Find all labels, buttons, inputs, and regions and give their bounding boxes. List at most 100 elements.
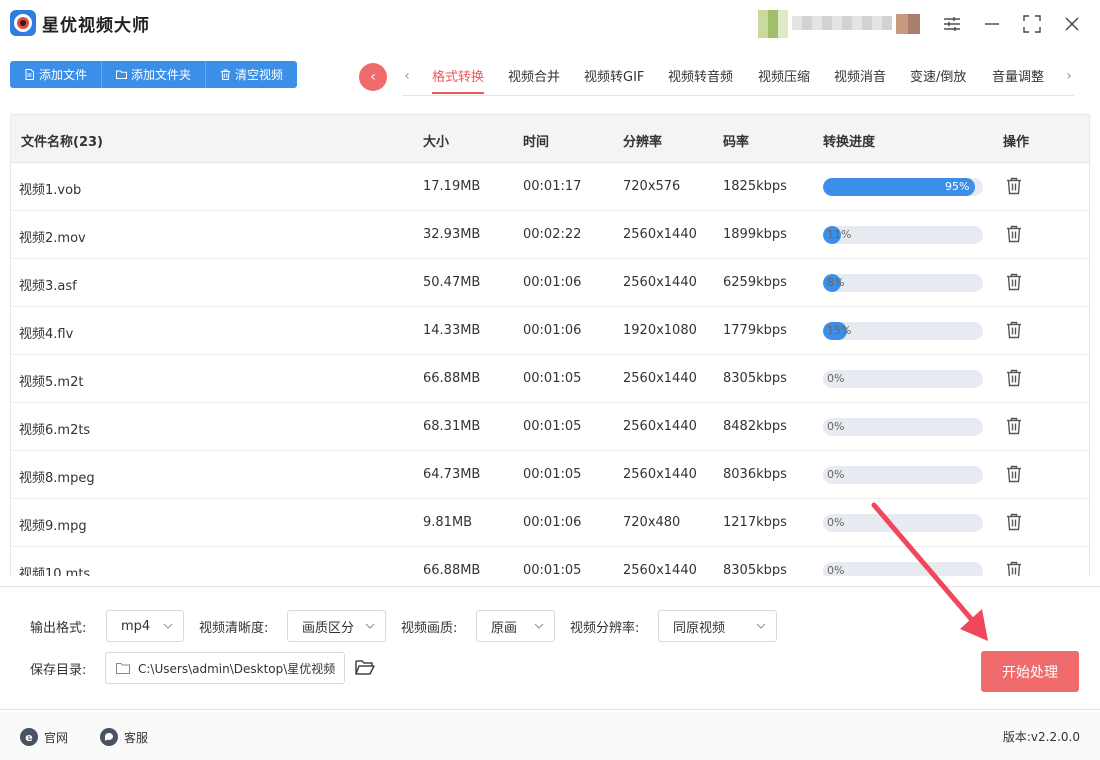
add-file-button[interactable]: 添加文件 (10, 61, 103, 88)
chevron-down-icon (163, 623, 173, 629)
table-row[interactable]: 视频10.mts 66.88MB 00:01:05 2560x1440 8305kbps… (11, 547, 1089, 576)
delete-trash-icon[interactable] (1005, 465, 1023, 483)
clarity-select[interactable]: 画质区分 (287, 610, 386, 642)
tab-format-convert[interactable]: 格式转换 (432, 66, 485, 94)
size-cell: 32.93MB (423, 227, 481, 242)
table-row[interactable]: 视频4.flv 14.33MB 00:01:06 1920x1080 1779kbps 1… (11, 307, 1089, 355)
chevron-down-icon (756, 623, 766, 629)
table-row[interactable]: 视频2.mov 32.93MB 00:02:22 2560x1440 1899kbps 1… (11, 211, 1089, 259)
clarity-value: 画质区分 (302, 620, 355, 636)
file-table: 文件名称(23) 大小 时间 分辨率 码率 转换进度 操作 视频1.vob 17.… (10, 114, 1090, 576)
conversion-progress-bar: 95% (823, 178, 983, 196)
output-format-select[interactable]: mp4 (106, 610, 184, 642)
time-cell: 00:02:22 (523, 227, 582, 242)
delete-trash-icon[interactable] (1005, 417, 1023, 435)
settings-sliders-icon[interactable] (940, 12, 964, 36)
official-site-e-icon: e (20, 728, 38, 746)
header-resolution: 分辨率 (623, 135, 663, 150)
bitrate-cell: 1825kbps (723, 179, 787, 194)
title-bar: 星优视频大师 (0, 0, 1100, 48)
output-format-label: 输出格式: (30, 621, 87, 636)
app-title: 星优视频大师 (42, 16, 150, 36)
quality-select[interactable]: 原画 (476, 610, 555, 642)
tab-video-mute[interactable]: 视频消音 (834, 66, 886, 94)
file-name-cell: 视频9.mpg (19, 519, 87, 534)
add-folder-button[interactable]: 添加文件夹 (102, 61, 207, 88)
resolution-cell: 2560x1440 (623, 563, 697, 576)
table-row[interactable]: 视频9.mpg 9.81MB 00:01:06 720x480 1217kbps 0% (11, 499, 1089, 547)
time-cell: 00:01:06 (523, 515, 582, 530)
progress-percent: 0% (827, 468, 845, 481)
chevron-down-icon (365, 623, 375, 629)
user-avatar[interactable] (758, 10, 788, 38)
table-row[interactable]: 视频1.vob 17.19MB 00:01:17 720x576 1825kbps 95% (11, 163, 1089, 211)
tab-scroll-right-icon[interactable]: › (1062, 66, 1076, 86)
official-site-link[interactable]: e 官网 (20, 728, 68, 746)
time-cell: 00:01:05 (523, 371, 582, 386)
bitrate-cell: 6259kbps (723, 275, 787, 290)
chat-bubble-icon (100, 728, 118, 746)
save-dir-label: 保存目录: (30, 663, 87, 678)
progress-percent: 15% (827, 324, 852, 337)
table-row[interactable]: 视频5.m2t 66.88MB 00:01:05 2560x1440 8305kbps 0… (11, 355, 1089, 403)
file-name-cell: 视频5.m2t (19, 375, 84, 390)
clear-videos-button[interactable]: 清空视频 (206, 61, 298, 88)
bitrate-cell: 1899kbps (723, 227, 787, 242)
resolution-value: 同原视频 (673, 620, 726, 636)
header-bitrate: 码率 (723, 135, 750, 150)
delete-trash-icon[interactable] (1005, 513, 1023, 531)
delete-trash-icon[interactable] (1005, 225, 1023, 243)
table-row[interactable]: 视频6.m2ts 68.31MB 00:01:05 2560x1440 8482kbps… (11, 403, 1089, 451)
open-folder-icon[interactable] (354, 656, 376, 678)
tab-volume-adjust[interactable]: 音量调整 (992, 66, 1044, 94)
version-text: 版本:v2.2.0.0 (1002, 730, 1080, 744)
tab-speed-reverse[interactable]: 变速/倒放 (910, 66, 966, 94)
delete-trash-icon[interactable] (1005, 561, 1023, 576)
header-actions: 操作 (1003, 135, 1030, 150)
time-cell: 00:01:05 (523, 419, 582, 434)
file-name-cell: 视频2.mov (19, 231, 86, 246)
maximize-icon[interactable] (1020, 12, 1044, 36)
folder-icon (116, 663, 130, 674)
tab-video-merge[interactable]: 视频合并 (508, 66, 560, 94)
tab-video-to-gif[interactable]: 视频转GIF (584, 66, 644, 94)
support-label: 客服 (124, 730, 149, 745)
bitrate-cell: 8482kbps (723, 419, 787, 434)
header-progress: 转换进度 (823, 135, 876, 150)
footer: e 官网 客服 版本:v2.2.0.0 (0, 712, 1100, 760)
trash-icon (221, 69, 231, 80)
tab-video-compress[interactable]: 视频压缩 (758, 66, 810, 94)
size-cell: 66.88MB (423, 371, 481, 386)
progress-percent: 95% (945, 180, 970, 193)
resolution-select[interactable]: 同原视频 (658, 610, 777, 642)
delete-trash-icon[interactable] (1005, 273, 1023, 291)
add-file-label: 添加文件 (39, 68, 88, 82)
resolution-cell: 2560x1440 (623, 419, 697, 434)
conversion-progress-bar: 15% (823, 322, 983, 340)
close-icon[interactable] (1060, 12, 1084, 36)
collapse-chevron-left-icon[interactable]: ‹ (359, 63, 387, 91)
tab-video-to-audio[interactable]: 视频转音频 (668, 66, 733, 94)
delete-trash-icon[interactable] (1005, 177, 1023, 195)
save-dir-field[interactable]: C:\Users\admin\Desktop\星优视频 (105, 652, 345, 684)
resolution-cell: 1920x1080 (623, 323, 697, 338)
minimize-icon[interactable] (980, 12, 1004, 36)
delete-trash-icon[interactable] (1005, 321, 1023, 339)
output-settings-panel (0, 586, 1100, 710)
size-cell: 64.73MB (423, 467, 481, 482)
app-logo-icon (10, 10, 36, 36)
delete-trash-icon[interactable] (1005, 369, 1023, 387)
conversion-progress-bar: 0% (823, 418, 983, 436)
start-processing-button[interactable]: 开始处理 (981, 651, 1079, 692)
file-toolbar: 添加文件 添加文件夹 清空视频 (10, 61, 298, 88)
file-name-cell: 视频6.m2ts (19, 423, 91, 438)
table-row[interactable]: 视频8.mpeg 64.73MB 00:01:05 2560x1440 8036kbps… (11, 451, 1089, 499)
resolution-cell: 2560x1440 (623, 371, 697, 386)
support-link[interactable]: 客服 (100, 728, 148, 746)
table-row[interactable]: 视频3.asf 50.47MB 00:01:06 2560x1440 6259kbps 8… (11, 259, 1089, 307)
time-cell: 00:01:06 (523, 323, 582, 338)
resolution-cell: 720x576 (623, 179, 681, 194)
conversion-progress-bar: 11% (823, 226, 983, 244)
progress-percent: 11% (827, 228, 852, 241)
progress-percent: 0% (827, 516, 845, 529)
